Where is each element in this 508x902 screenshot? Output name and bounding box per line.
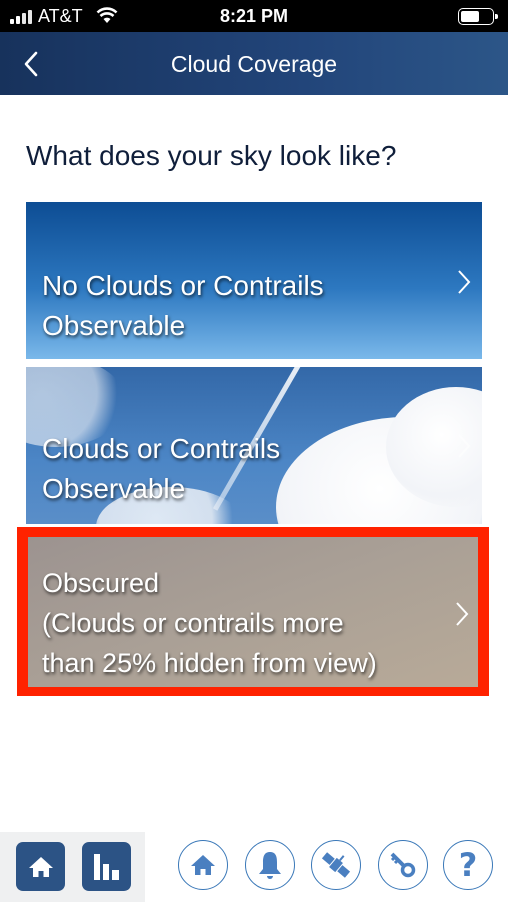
option-obscured[interactable]: Obscured (Clouds or contrails more than … <box>28 537 478 687</box>
page-title: Cloud Coverage <box>170 51 338 77</box>
bar-chart-icon <box>93 853 119 880</box>
option-subtitle-line: (Clouds or contrails more <box>42 608 344 638</box>
stats-tab-button[interactable] <box>82 842 131 891</box>
home-button[interactable] <box>178 840 228 890</box>
option-label-line: Observable <box>42 310 186 341</box>
chevron-right-icon <box>458 434 471 458</box>
key-icon <box>390 852 416 878</box>
option-label-line: Observable <box>42 473 186 504</box>
bell-icon <box>259 852 281 879</box>
option-label-line: Clouds or Contrails <box>42 433 281 464</box>
satellite-icon <box>321 852 351 878</box>
chevron-right-icon <box>458 270 471 294</box>
satellite-button[interactable] <box>311 840 361 890</box>
option-label: No Clouds or Contrails Observable <box>42 266 324 346</box>
navigation-bar: Cloud Coverage <box>0 32 508 95</box>
option-label-line: No Clouds or Contrails <box>42 270 324 301</box>
home-icon <box>28 856 53 877</box>
question-heading: What does your sky look like? <box>26 140 397 171</box>
option-label: Clouds or Contrails Observable <box>42 429 280 509</box>
help-button[interactable]: ? <box>443 840 493 890</box>
help-icon: ? <box>458 846 478 884</box>
status-bar: AT&T 8:21 PM <box>0 0 508 32</box>
option-title: Obscured <box>42 568 160 598</box>
home-tab-button[interactable] <box>16 842 65 891</box>
option-subtitle-line: than 25% hidden from view) <box>42 648 377 678</box>
option-label: Obscured (Clouds or contrails more than … <box>42 563 377 683</box>
option-no-clouds[interactable]: No Clouds or Contrails Observable <box>26 202 482 359</box>
chevron-right-icon <box>456 602 469 626</box>
key-button[interactable] <box>378 840 428 890</box>
clock: 8:21 PM <box>219 6 289 26</box>
home-icon <box>191 855 215 875</box>
notifications-button[interactable] <box>245 840 295 890</box>
battery-icon <box>458 8 498 25</box>
option-clouds-observable[interactable]: Clouds or Contrails Observable <box>26 367 482 524</box>
